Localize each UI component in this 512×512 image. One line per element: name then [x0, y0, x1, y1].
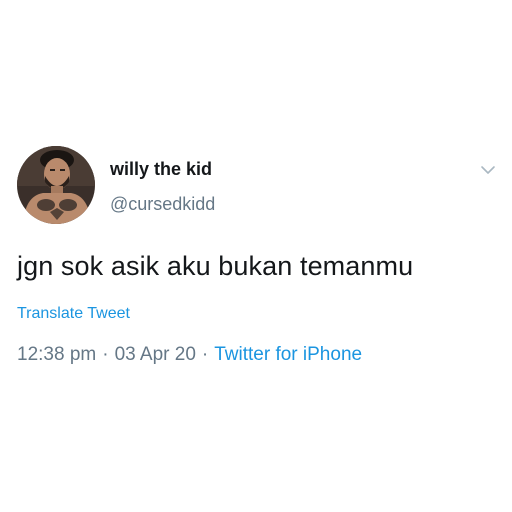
tweet-card: willy the kid @cursedkidd jgn sok asik a…: [0, 0, 512, 512]
tweet-time[interactable]: 12:38 pm: [17, 344, 96, 365]
translate-tweet-link[interactable]: Translate Tweet: [17, 305, 130, 323]
avatar[interactable]: [17, 146, 95, 224]
tweet-metadata: 12:38 pm · 03 Apr 20 · Twitter for iPhone: [17, 344, 362, 366]
tweet-text: jgn sok asik aku bukan temanmu: [17, 251, 414, 281]
display-name[interactable]: willy the kid: [110, 159, 212, 180]
tweet-client-link[interactable]: Twitter for iPhone: [214, 344, 362, 365]
tweet-date[interactable]: 03 Apr 20: [115, 344, 196, 365]
avatar-photo: [17, 146, 95, 224]
chevron-down-icon[interactable]: [478, 162, 498, 178]
user-handle[interactable]: @cursedkidd: [110, 194, 215, 215]
meta-separator: ·: [102, 344, 109, 365]
meta-separator: ·: [201, 344, 209, 365]
